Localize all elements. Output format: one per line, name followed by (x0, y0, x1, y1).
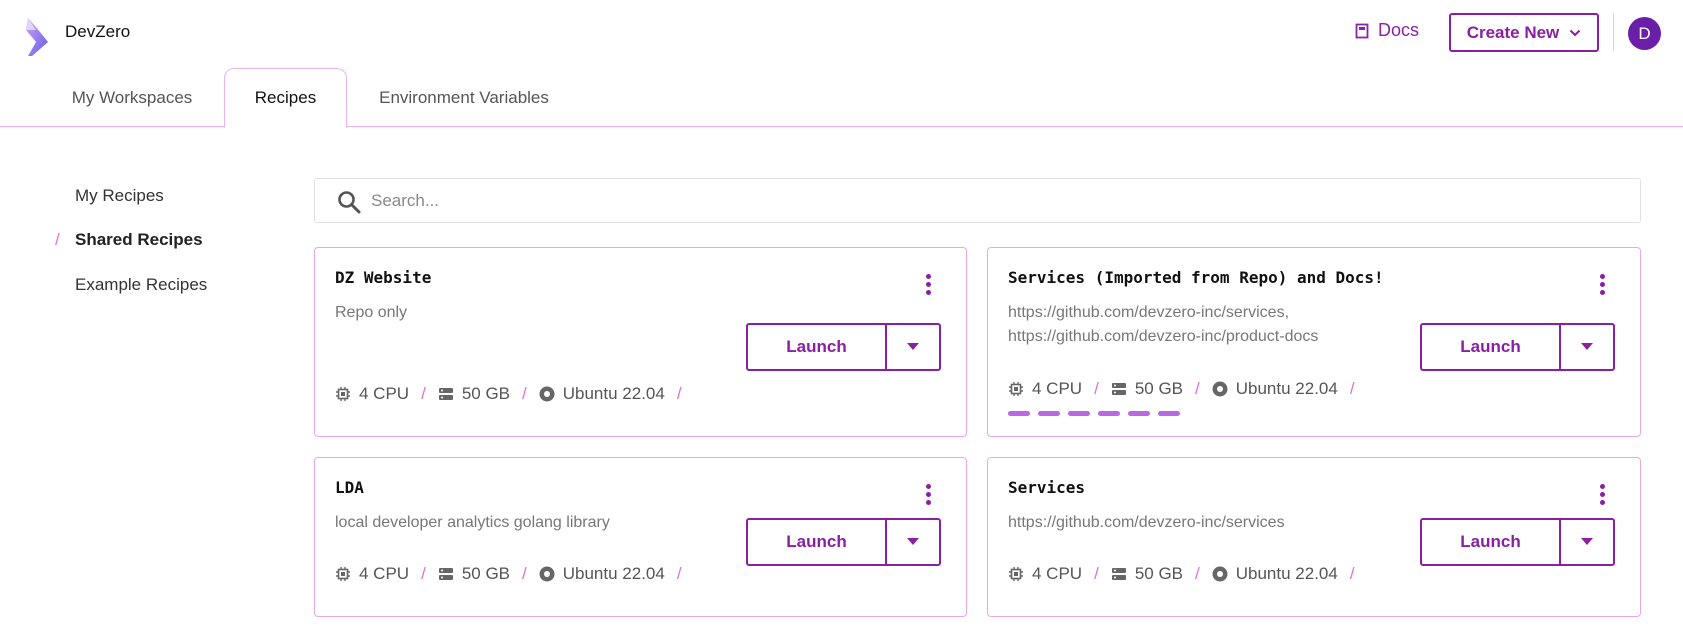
spec-separator: / (522, 384, 527, 403)
spec-separator: / (1094, 564, 1099, 583)
header-divider (1613, 13, 1614, 51)
spec-separator: / (1195, 564, 1200, 583)
storage-icon (1111, 381, 1127, 397)
recipe-title: Services (1008, 478, 1086, 497)
storage-value: 50 GB (1134, 564, 1184, 583)
spec-separator: / (522, 564, 527, 583)
os-disc-icon (539, 386, 555, 402)
recipe-card[interactable]: DZ Website Repo only Launch 4 CPU / 50 G… (314, 247, 967, 437)
caret-down-icon (907, 538, 919, 546)
cpu-icon (1008, 381, 1024, 397)
sidebar-item-shared-recipes[interactable]: Shared Recipes (75, 230, 203, 250)
search-input[interactable] (371, 179, 1621, 222)
os-disc-icon (539, 566, 555, 582)
docs-link[interactable]: Docs (1355, 20, 1419, 41)
os-value: Ubuntu 22.04 (1235, 564, 1338, 583)
recipe-description: local developer analytics golang library (335, 514, 610, 531)
spec-separator: / (421, 384, 426, 403)
launch-button[interactable]: Launch (1422, 325, 1561, 369)
more-options-icon[interactable] (1598, 274, 1606, 296)
cpu-value: 4 CPU (359, 384, 410, 403)
launch-button[interactable]: Launch (1422, 520, 1561, 564)
launch-button-group: Launch (746, 518, 941, 566)
storage-icon (438, 386, 454, 402)
recipe-card[interactable]: Services https://github.com/devzero-inc/… (987, 457, 1641, 617)
launch-button-group: Launch (1420, 518, 1615, 566)
book-icon (1355, 23, 1369, 38)
os-value: Ubuntu 22.04 (1235, 379, 1338, 398)
spec-separator: / (1349, 564, 1355, 583)
launch-options-dropdown[interactable] (1561, 520, 1613, 564)
caret-down-icon (1581, 343, 1593, 351)
recipe-card[interactable]: Services (Imported from Repo) and Docs! … (987, 247, 1641, 437)
launch-options-dropdown[interactable] (887, 520, 939, 564)
tab-my-workspaces[interactable]: My Workspaces (50, 68, 214, 127)
brand-name: DevZero (65, 22, 131, 41)
cpu-icon (335, 386, 351, 402)
spec-separator: / (1195, 379, 1200, 398)
caret-down-icon (907, 343, 919, 351)
tab-recipes[interactable]: Recipes (224, 68, 347, 128)
recipe-specs: 4 CPU / 50 GB / Ubuntu 22.04 / (1008, 564, 1367, 584)
docs-label: Docs (1378, 20, 1420, 40)
storage-value: 50 GB (1134, 379, 1184, 398)
recipe-title: LDA (335, 478, 364, 497)
spec-separator: / (421, 564, 426, 583)
top-header: DevZero Docs Create New D (0, 0, 1683, 66)
more-options-icon[interactable] (924, 484, 932, 506)
devzero-logo-icon[interactable] (22, 16, 52, 58)
search-bar (314, 178, 1641, 223)
active-item-marker: / (55, 230, 60, 249)
sidebar-item-example-recipes[interactable]: Example Recipes (75, 275, 207, 295)
caret-down-icon (1581, 538, 1593, 546)
recipe-specs: 4 CPU / 50 GB / Ubuntu 22.04 / (335, 384, 694, 404)
launch-options-dropdown[interactable] (887, 325, 939, 369)
recipe-description: https://github.com/devzero-inc/services (1008, 514, 1285, 531)
tab-environment-variables[interactable]: Environment Variables (360, 68, 568, 127)
recipe-description: https://github.com/devzero-inc/services,… (1008, 304, 1319, 345)
recipe-specs: 4 CPU / 50 GB / Ubuntu 22.04 / (1008, 379, 1367, 399)
cpu-value: 4 CPU (1032, 564, 1083, 583)
spec-separator: / (1094, 379, 1099, 398)
sidebar-item-my-recipes[interactable]: My Recipes (75, 186, 164, 206)
spec-separator: / (676, 384, 682, 403)
storage-value: 50 GB (461, 384, 511, 403)
recipe-specs: 4 CPU / 50 GB / Ubuntu 22.04 / (335, 564, 694, 584)
os-disc-icon (1212, 381, 1228, 397)
loading-indicator (1008, 411, 1180, 416)
launch-button[interactable]: Launch (748, 520, 887, 564)
os-value: Ubuntu 22.04 (562, 564, 665, 583)
cpu-value: 4 CPU (359, 564, 410, 583)
os-disc-icon (1212, 566, 1228, 582)
more-options-icon[interactable] (1598, 484, 1606, 506)
launch-button[interactable]: Launch (748, 325, 887, 369)
storage-icon (1111, 566, 1127, 582)
launch-options-dropdown[interactable] (1561, 325, 1613, 369)
storage-icon (438, 566, 454, 582)
storage-value: 50 GB (461, 564, 511, 583)
recipe-title: Services (Imported from Repo) and Docs! (1008, 268, 1384, 287)
recipe-title: DZ Website (335, 268, 432, 287)
spec-separator: / (676, 564, 682, 583)
cpu-icon (335, 566, 351, 582)
chevron-down-icon (1570, 29, 1581, 36)
recipe-card[interactable]: LDA local developer analytics golang lib… (314, 457, 967, 617)
create-new-button[interactable]: Create New (1449, 13, 1599, 52)
launch-button-group: Launch (746, 323, 941, 371)
recipe-description: Repo only (335, 304, 408, 321)
spec-separator: / (1349, 379, 1355, 398)
user-avatar[interactable]: D (1628, 17, 1661, 50)
create-new-label: Create New (1466, 22, 1560, 42)
cpu-icon (1008, 566, 1024, 582)
cpu-value: 4 CPU (1032, 379, 1083, 398)
os-value: Ubuntu 22.04 (562, 384, 665, 403)
search-icon (338, 191, 361, 214)
more-options-icon[interactable] (924, 274, 932, 296)
launch-button-group: Launch (1420, 323, 1615, 371)
